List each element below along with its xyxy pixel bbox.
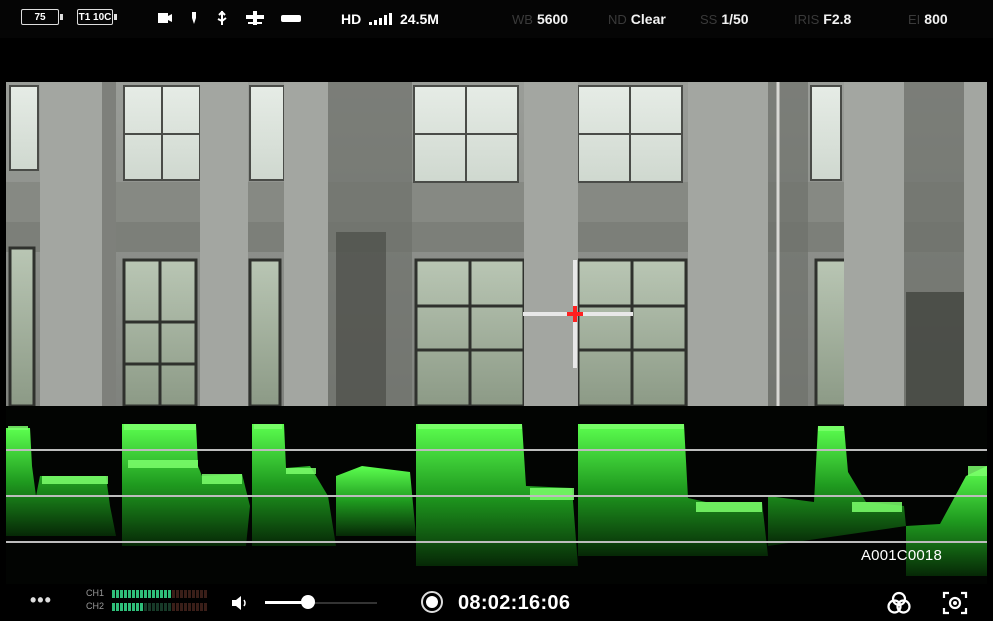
microphone-icon <box>186 10 202 26</box>
meter-segment <box>204 603 207 611</box>
ch2-audio-meter <box>112 603 212 611</box>
meter-segment <box>132 603 135 611</box>
meter-segment <box>144 603 147 611</box>
bitrate-value: 24.5M <box>400 11 439 27</box>
timecode: 08:02:16:06 <box>458 592 571 614</box>
factory-scene-image <box>6 82 987 406</box>
nd-label: ND <box>608 12 627 27</box>
meter-segment <box>128 590 131 598</box>
meter-segment <box>192 603 195 611</box>
color-channels-icon[interactable] <box>886 591 912 615</box>
volume-slider-knob[interactable] <box>300 595 315 609</box>
meter-segment <box>128 603 131 611</box>
signal-strength-icon <box>369 13 393 25</box>
meter-segment <box>140 603 143 611</box>
camera-icon <box>157 10 173 26</box>
waveform-trace <box>6 424 987 576</box>
record-button[interactable] <box>421 591 443 613</box>
meter-segment <box>116 590 119 598</box>
meter-segment <box>192 590 195 598</box>
ei-value: 800 <box>924 11 948 27</box>
letterbox-strip <box>0 38 993 82</box>
meter-segment <box>112 603 115 611</box>
shutter-readout[interactable]: SS 1/50 <box>700 10 749 28</box>
meter-segment <box>196 603 199 611</box>
meter-segment <box>184 603 187 611</box>
more-menu-button[interactable]: ••• <box>30 590 52 611</box>
usb-icon <box>214 10 230 26</box>
meter-segment <box>168 590 171 598</box>
battery-value: 75 <box>34 11 46 23</box>
meter-segment <box>184 590 187 598</box>
meter-segment <box>188 603 191 611</box>
meter-segment <box>172 590 175 598</box>
meter-segment <box>120 603 123 611</box>
clip-name: A001C0018 <box>860 547 942 564</box>
tripod-icon <box>244 10 266 26</box>
ch2-label: CH2 <box>86 601 105 611</box>
status-bar: 75 T1 10C HD 24.5M WB 5600 ND Clear SS 1/50… <box>0 0 993 38</box>
meter-segment <box>164 590 167 598</box>
meter-segment <box>144 590 147 598</box>
meter-segment <box>172 603 175 611</box>
meter-segment <box>176 603 179 611</box>
meter-segment <box>152 603 155 611</box>
battery-indicator: 75 <box>21 9 63 25</box>
ss-label: SS <box>700 12 718 27</box>
waveform-monitor: A001C0018 <box>6 406 987 584</box>
ss-value: 1/50 <box>721 11 749 27</box>
meter-segment <box>180 603 183 611</box>
focus-assist-icon[interactable] <box>942 591 968 615</box>
ei-label: EI <box>908 12 921 27</box>
meter-segment <box>196 590 199 598</box>
secondary-battery-indicator: T1 10C <box>77 9 117 25</box>
meter-segment <box>188 590 191 598</box>
meter-segment <box>148 603 151 611</box>
meter-segment <box>140 590 143 598</box>
wb-value: 5600 <box>536 11 569 27</box>
meter-segment <box>204 590 207 598</box>
video-format: HD 24.5M <box>341 10 439 28</box>
hdmi-icon <box>279 10 303 26</box>
meter-segment <box>176 590 179 598</box>
ch1-audio-meter <box>112 590 212 598</box>
speaker-icon[interactable] <box>230 594 250 612</box>
meter-segment <box>120 590 123 598</box>
iris-value: F2.8 <box>823 11 852 27</box>
meter-segment <box>180 590 183 598</box>
meter-segment <box>136 603 139 611</box>
wb-label: WB <box>512 12 533 27</box>
meter-segment <box>200 603 203 611</box>
meter-segment <box>164 603 167 611</box>
ei-readout[interactable]: EI 800 <box>908 10 948 28</box>
white-balance-readout[interactable]: WB 5600 <box>512 10 568 28</box>
meter-segment <box>200 590 203 598</box>
meter-segment <box>168 603 171 611</box>
meter-segment <box>160 603 163 611</box>
hd-label: HD <box>341 11 362 27</box>
meter-segment <box>148 590 151 598</box>
meter-segment <box>124 603 127 611</box>
meter-segment <box>112 590 115 598</box>
meter-segment <box>124 590 127 598</box>
bottom-toolbar: ••• CH1 CH2 08:02:16:06 <box>0 584 993 621</box>
iris-readout[interactable]: IRIS F2.8 <box>794 10 851 28</box>
iris-label: IRIS <box>794 12 820 27</box>
meter-segment <box>156 603 159 611</box>
meter-segment <box>152 590 155 598</box>
meter-segment <box>136 590 139 598</box>
meter-segment <box>156 590 159 598</box>
nd-value: Clear <box>630 11 666 27</box>
meter-segment <box>132 590 135 598</box>
meter-segment <box>116 603 119 611</box>
secondary-battery-value: T1 10C <box>78 11 112 23</box>
ch1-label: CH1 <box>86 588 105 598</box>
meter-segment <box>160 590 163 598</box>
nd-filter-readout[interactable]: ND Clear <box>608 10 666 28</box>
video-preview[interactable] <box>6 82 987 406</box>
